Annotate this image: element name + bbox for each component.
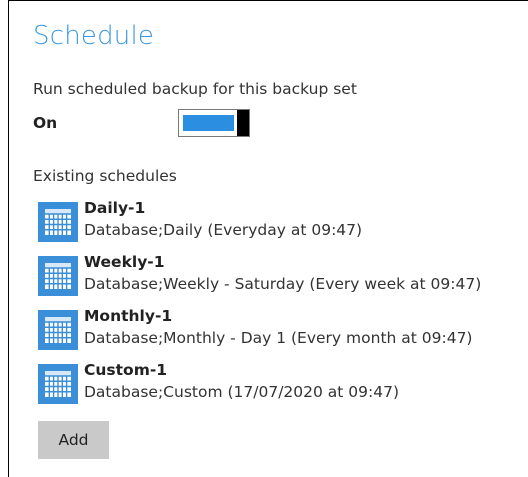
calendar-icon	[38, 202, 78, 242]
page-title: Schedule	[33, 21, 155, 51]
toggle-thumb[interactable]	[237, 110, 249, 136]
schedule-item-weekly[interactable]: Weekly-1 Database;Weekly - Saturday (Eve…	[38, 253, 518, 307]
schedule-name: Weekly-1	[84, 253, 165, 271]
schedule-description: Database;Weekly - Saturday (Every week a…	[84, 275, 482, 293]
schedule-item-monthly[interactable]: Monthly-1 Database;Monthly - Day 1 (Ever…	[38, 307, 518, 361]
run-scheduled-backup-label: Run scheduled backup for this backup set	[33, 80, 357, 98]
schedule-item-daily[interactable]: Daily-1 Database;Daily (Everyday at 09:4…	[38, 199, 518, 253]
schedule-panel: Schedule Run scheduled backup for this b…	[9, 1, 528, 477]
schedule-name: Daily-1	[84, 199, 146, 217]
schedule-description: Database;Custom (17/07/2020 at 09:47)	[84, 383, 400, 401]
toggle-state-label: On	[33, 114, 58, 132]
calendar-icon	[38, 364, 78, 404]
schedule-name: Monthly-1	[84, 307, 173, 325]
calendar-icon	[38, 310, 78, 350]
toggle-track-fill	[183, 115, 234, 131]
schedule-list: Daily-1 Database;Daily (Everyday at 09:4…	[38, 199, 518, 415]
schedule-description: Database;Daily (Everyday at 09:47)	[84, 221, 363, 239]
schedule-description: Database;Monthly - Day 1 (Every month at…	[84, 329, 473, 347]
schedule-name: Custom-1	[84, 361, 168, 379]
add-button[interactable]: Add	[38, 421, 109, 459]
schedule-item-custom[interactable]: Custom-1 Database;Custom (17/07/2020 at …	[38, 361, 518, 415]
scheduled-backup-toggle[interactable]	[178, 109, 250, 137]
calendar-icon	[38, 256, 78, 296]
existing-schedules-label: Existing schedules	[33, 167, 177, 185]
